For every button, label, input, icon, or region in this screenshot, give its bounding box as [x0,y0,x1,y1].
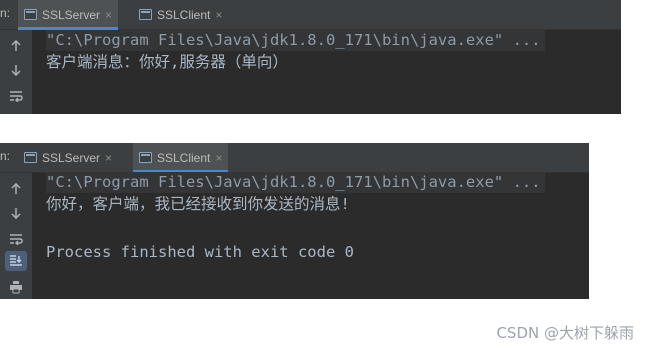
tab-label: SSLServer [42,7,101,22]
console-toolbar [0,30,32,114]
run-console-panel-1: n: SSLServer × SSLClient × "C:\Program F… [0,0,621,114]
output-line: 你好，客户端，我已经接收到你发送的消息! [46,195,350,213]
soft-wrap-icon[interactable] [5,229,27,249]
output-line: 客户端消息：你好,服务器（单向） [46,53,288,71]
command-line: "C:\Program Files\Java\jdk1.8.0_171\bin\… [46,30,545,51]
close-icon[interactable]: × [105,9,112,21]
tool-window-title: n: [0,6,11,20]
process-exit-line: Process finished with exit code 0 [46,243,354,261]
watermark: CSDN @大树下躲雨 [496,324,634,342]
tab-sslserver[interactable]: SSLServer × [18,143,118,172]
arrow-down-icon[interactable] [5,60,27,80]
console-toolbar [0,173,32,299]
arrow-up-icon[interactable] [5,179,27,199]
tab-sslclient[interactable]: SSLClient × [133,143,229,173]
tab-label: SSLClient [157,150,211,165]
tab-sslserver[interactable]: SSLServer × [18,0,119,30]
soft-wrap-icon[interactable] [5,86,27,106]
command-line: "C:\Program Files\Java\jdk1.8.0_171\bin\… [46,172,545,193]
tab-label: SSLServer [42,150,101,165]
tool-window-title: n: [0,149,11,163]
scroll-to-end-icon[interactable] [5,251,27,271]
console-icon [139,9,152,20]
run-console-panel-2: n: SSLServer × SSLClient × "C:\Program F… [0,143,589,299]
run-tab-bar: n: SSLServer × SSLClient × [0,0,621,30]
arrow-up-icon[interactable] [5,36,27,56]
print-icon[interactable] [5,277,27,297]
close-icon[interactable]: × [215,152,222,164]
tab-sslclient[interactable]: SSLClient × [133,0,228,29]
close-icon[interactable]: × [215,9,222,21]
console-icon [24,152,37,163]
tab-label: SSLClient [157,7,211,22]
run-tab-bar: n: SSLServer × SSLClient × [0,143,589,173]
console-icon [139,152,152,163]
arrow-down-icon[interactable] [5,203,27,223]
console-icon [24,9,37,20]
close-icon[interactable]: × [105,152,112,164]
